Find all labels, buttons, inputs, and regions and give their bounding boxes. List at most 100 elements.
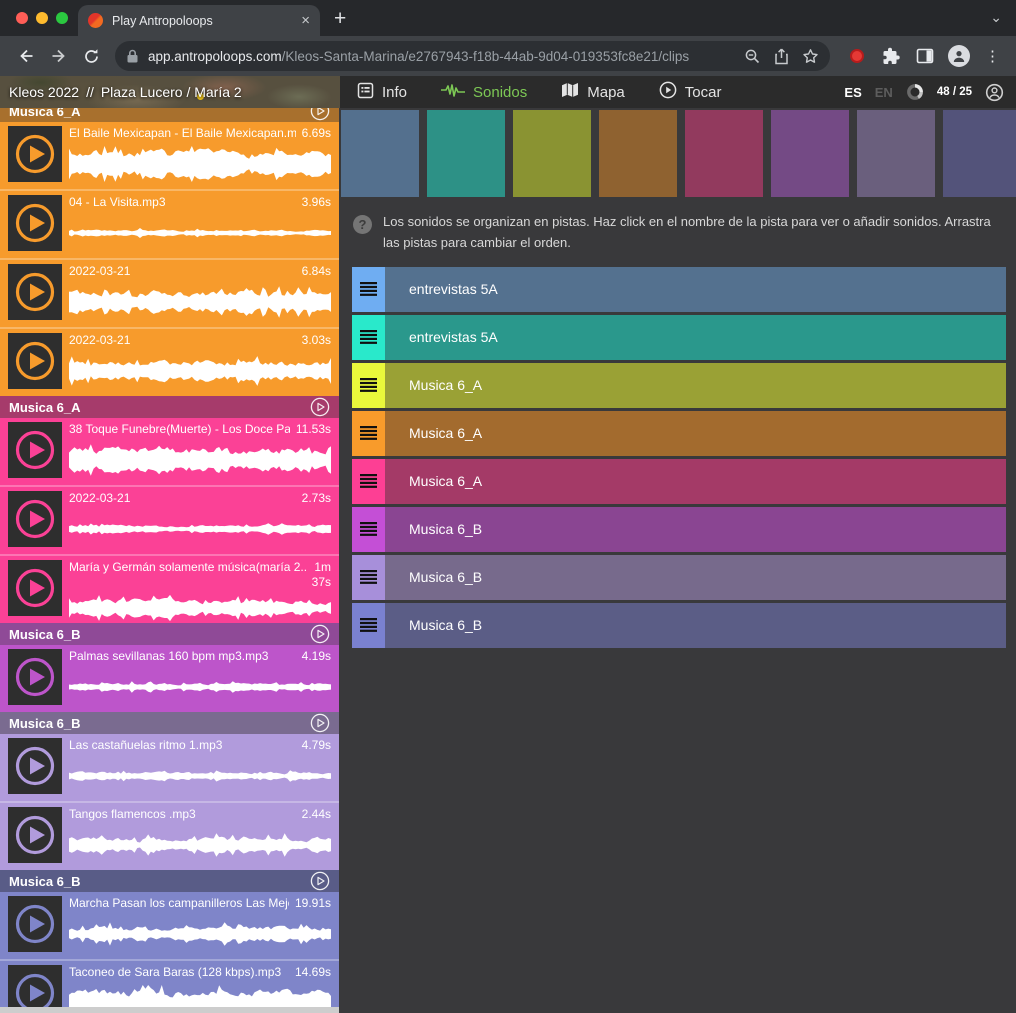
bookmark-button[interactable] — [802, 48, 819, 65]
track-drag-handle[interactable] — [352, 363, 385, 408]
track-drag-handle[interactable] — [352, 315, 385, 360]
lang-en-button[interactable]: EN — [875, 85, 893, 100]
section-header[interactable]: Musica 6_B — [0, 623, 339, 645]
track-drag-handle[interactable] — [352, 603, 385, 648]
track-drag-handle[interactable] — [352, 459, 385, 504]
track-color-swatch[interactable] — [599, 110, 677, 197]
clip-play-button[interactable] — [8, 195, 62, 251]
tab-search-chevron-icon[interactable]: ⌄ — [990, 9, 1002, 26]
lang-es-button[interactable]: ES — [844, 85, 861, 100]
browser-menu-button[interactable]: ⋮ — [979, 43, 1006, 70]
track-name-button[interactable]: Musica 6_A — [385, 459, 1006, 504]
clip-row[interactable]: 2022-03-21 3.03s — [0, 327, 339, 396]
section-play-button[interactable] — [310, 713, 330, 733]
clip-row[interactable]: Palmas sevillanas 160 bpm mp3.mp3 4.19s — [0, 645, 339, 712]
clip-row[interactable]: Taconeo de Sara Baras (128 kbps).mp3 14.… — [0, 959, 339, 1013]
section-header[interactable]: Musica 6_B — [0, 712, 339, 734]
section-play-button[interactable] — [310, 624, 330, 644]
breadcrumb-project[interactable]: Kleos 2022 — [9, 84, 79, 100]
waveform[interactable] — [69, 911, 331, 957]
section-play-button[interactable] — [310, 871, 330, 891]
track-color-swatch[interactable] — [771, 110, 849, 197]
waveform[interactable] — [69, 753, 331, 799]
clip-row[interactable]: María y Germán solamente música(maría 2.… — [0, 554, 339, 623]
waveform[interactable] — [69, 506, 331, 552]
account-icon[interactable] — [985, 83, 1004, 102]
clip-play-button[interactable] — [8, 649, 62, 705]
back-button[interactable] — [10, 41, 41, 72]
address-bar[interactable]: app.antropoloops.com/Kleos-Santa-Marina/… — [115, 41, 830, 71]
side-panel-button[interactable] — [911, 43, 938, 70]
waveform[interactable] — [69, 210, 331, 256]
waveform[interactable] — [69, 822, 331, 868]
section-play-button[interactable] — [310, 108, 330, 121]
waveform[interactable] — [69, 279, 331, 325]
section-title: Musica 6_A — [9, 400, 81, 415]
scene-thumbnail[interactable]: Kleos 2022//Plaza Lucero / María 2 — [0, 76, 340, 108]
window-close-button[interactable] — [16, 12, 28, 24]
recording-extension-button[interactable] — [843, 43, 870, 70]
track-color-swatch[interactable] — [513, 110, 591, 197]
waveform[interactable] — [69, 590, 331, 626]
forward-button[interactable] — [43, 41, 74, 72]
clip-row[interactable]: 04 - La Visita.mp3 3.96s — [0, 189, 339, 258]
track-name-button[interactable]: entrevistas 5A — [385, 267, 1006, 312]
clip-row[interactable]: Marcha Pasan los campanilleros Las Mejor… — [0, 892, 339, 959]
window-zoom-button[interactable] — [56, 12, 68, 24]
reload-button[interactable] — [76, 41, 107, 72]
section-header[interactable]: Musica 6_A — [0, 108, 339, 122]
section-header[interactable]: Musica 6_B — [0, 870, 339, 892]
new-tab-button[interactable]: + — [334, 7, 346, 31]
nav-item-info[interactable]: Info — [340, 76, 424, 108]
clip-play-button[interactable] — [8, 560, 62, 616]
track-drag-handle[interactable] — [352, 507, 385, 552]
track-name-button[interactable]: Musica 6_B — [385, 603, 1006, 648]
clip-play-button[interactable] — [8, 807, 62, 863]
nav-item-mapa[interactable]: Mapa — [544, 76, 642, 108]
track-drag-handle[interactable] — [352, 267, 385, 312]
track-color-swatch[interactable] — [341, 110, 419, 197]
waveform[interactable] — [69, 348, 331, 394]
clip-play-button[interactable] — [8, 896, 62, 952]
clip-row[interactable]: 2022-03-21 6.84s — [0, 258, 339, 327]
tab-close-icon[interactable]: × — [301, 13, 310, 28]
track-name-button[interactable]: Musica 6_B — [385, 555, 1006, 600]
window-minimize-button[interactable] — [36, 12, 48, 24]
track-color-swatch[interactable] — [685, 110, 763, 197]
share-button[interactable] — [774, 48, 789, 65]
clip-row[interactable]: Las castañuelas ritmo 1.mp3 4.79s — [0, 734, 339, 801]
track-drag-handle[interactable] — [352, 555, 385, 600]
clip-play-button[interactable] — [8, 965, 62, 1013]
nav-item-sonidos[interactable]: Sonidos — [424, 76, 544, 108]
track-name-button[interactable]: Musica 6_B — [385, 507, 1006, 552]
track-name-button[interactable]: entrevistas 5A — [385, 315, 1006, 360]
clip-row[interactable]: 38 Toque Funebre(Muerte) - Los Doce Par.… — [0, 418, 339, 485]
clip-play-button[interactable] — [8, 422, 62, 478]
track-name-button[interactable]: Musica 6_A — [385, 411, 1006, 456]
waveform[interactable] — [69, 437, 331, 483]
clip-play-button[interactable] — [8, 491, 62, 547]
horizontal-scrollbar[interactable] — [0, 1007, 339, 1013]
clip-row[interactable]: El Baile Mexicapan - El Baile Mexicapan.… — [0, 122, 339, 189]
track-color-swatch[interactable] — [943, 110, 1016, 197]
track-drag-handle[interactable] — [352, 411, 385, 456]
waveform[interactable] — [69, 664, 331, 710]
clip-row[interactable]: Tangos flamencos .mp3 2.44s — [0, 801, 339, 870]
zoom-indicator-button[interactable] — [744, 48, 761, 65]
track-color-swatch[interactable] — [427, 110, 505, 197]
clip-play-button[interactable] — [8, 126, 62, 182]
track-name-button[interactable]: Musica 6_A — [385, 363, 1006, 408]
clip-play-button[interactable] — [8, 264, 62, 320]
clip-play-button[interactable] — [8, 333, 62, 389]
waveform[interactable] — [69, 141, 331, 187]
track-color-swatch[interactable] — [857, 110, 935, 197]
clip-row[interactable]: 2022-03-21 2.73s — [0, 485, 339, 554]
section-header[interactable]: Musica 6_A — [0, 396, 339, 418]
breadcrumb-scene[interactable]: Plaza Lucero / María 2 — [101, 84, 242, 100]
extensions-button[interactable] — [877, 43, 904, 70]
section-play-button[interactable] — [310, 397, 330, 417]
nav-item-tocar[interactable]: Tocar — [642, 76, 739, 108]
clip-play-button[interactable] — [8, 738, 62, 794]
browser-tab[interactable]: Play Antropoloops × — [78, 5, 320, 36]
profile-button[interactable] — [945, 43, 972, 70]
